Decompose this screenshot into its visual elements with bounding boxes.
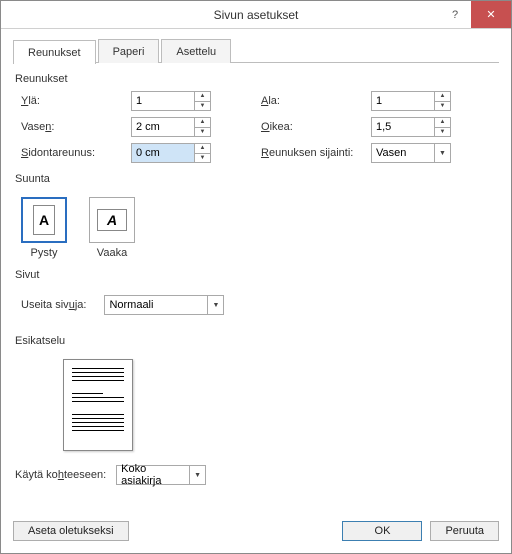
window-title: Sivun asetukset [214,8,299,22]
label-top: Ylä: [21,95,131,107]
chevron-down-icon: ▼ [195,102,210,111]
label-gutter: Sidontareunus: [21,147,131,159]
label-apply-to: Käytä kohteeseen: [15,469,106,481]
dialog-footer: Aseta oletukseksi OK Peruuta [1,511,511,553]
label-bottom: Ala: [261,95,371,107]
chevron-down-icon: ▼ [195,154,210,163]
cancel-button[interactable]: Peruuta [430,521,499,541]
tab-paper[interactable]: Paperi [98,39,160,63]
label-left: Vasen: [21,121,131,133]
tab-layout[interactable]: Asettelu [161,39,231,63]
chevron-up-icon: ▲ [435,118,450,128]
label-gutter-position: Reunuksen sijainti: [261,147,371,159]
orientation-portrait-label: Pysty [31,247,58,259]
landscape-icon: A [97,209,127,231]
input-gutter[interactable]: ▲▼ [131,143,211,163]
chevron-down-icon: ▼ [207,296,223,314]
chevron-up-icon: ▲ [195,118,210,128]
chevron-down-icon: ▼ [195,128,210,137]
select-gutter-position[interactable]: Vasen▼ [371,143,451,163]
select-multiple-pages[interactable]: Normaali▼ [104,295,224,315]
help-button[interactable]: ? [439,1,471,28]
spinner-arrows[interactable]: ▲▼ [194,144,210,162]
preview-page [63,359,133,451]
input-right[interactable]: ▲▼ [371,117,451,137]
chevron-up-icon: ▲ [435,92,450,102]
orientation-landscape[interactable]: A Vaaka [89,197,135,259]
orientation-landscape-label: Vaaka [97,247,127,259]
portrait-icon: A [33,205,55,235]
group-pages-label: Sivut [15,269,499,281]
set-default-button[interactable]: Aseta oletukseksi [13,521,129,541]
titlebar: Sivun asetukset ? ✕ [1,1,511,29]
chevron-down-icon: ▼ [434,144,450,162]
chevron-down-icon: ▼ [435,128,450,137]
close-icon: ✕ [486,8,495,21]
chevron-down-icon: ▼ [435,102,450,111]
spinner-arrows[interactable]: ▲▼ [194,118,210,136]
tab-bar: Reunukset Paperi Asettelu [13,39,499,63]
input-left[interactable]: ▲▼ [131,117,211,137]
label-right: Oikea: [261,121,371,133]
select-apply-to[interactable]: Koko asiakirja▼ [116,465,206,485]
spinner-arrows[interactable]: ▲▼ [434,118,450,136]
chevron-down-icon: ▼ [189,466,205,484]
chevron-up-icon: ▲ [195,144,210,154]
input-bottom[interactable]: ▲▼ [371,91,451,111]
group-preview-label: Esikatselu [15,335,499,347]
spinner-arrows[interactable]: ▲▼ [434,92,450,110]
tab-margins[interactable]: Reunukset [13,40,96,64]
spinner-arrows[interactable]: ▲▼ [194,92,210,110]
input-top[interactable]: ▲▼ [131,91,211,111]
group-orientation-label: Suunta [15,173,499,185]
help-icon: ? [452,9,458,21]
ok-button[interactable]: OK [342,521,422,541]
group-margins-label: Reunukset [15,73,499,85]
orientation-portrait[interactable]: A Pysty [21,197,67,259]
close-button[interactable]: ✕ [471,1,511,28]
label-multiple-pages: Useita sivuja: [21,299,86,311]
chevron-up-icon: ▲ [195,92,210,102]
